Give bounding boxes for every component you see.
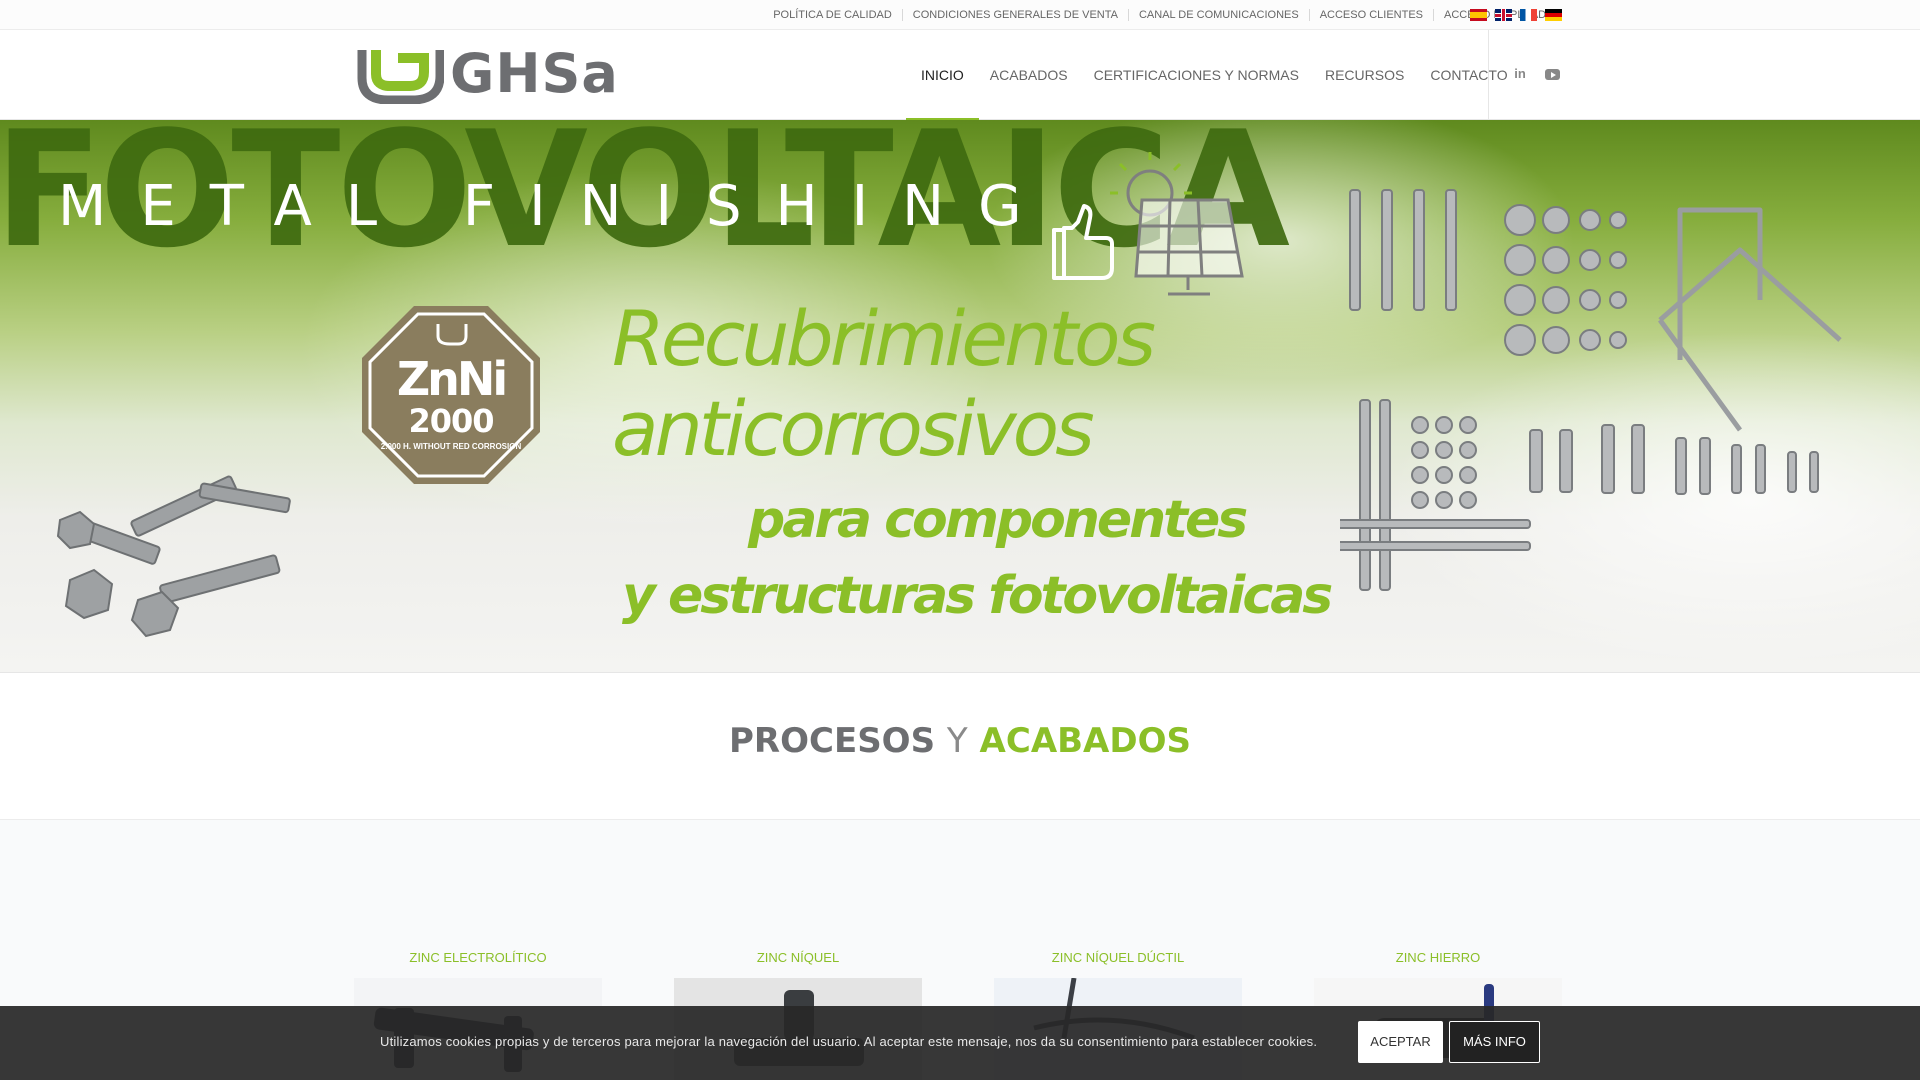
- badge-main-text: ZnNi: [396, 352, 508, 406]
- section-title-part3: ACABADOS: [979, 721, 1191, 761]
- nav-inicio[interactable]: INICIO: [906, 30, 979, 120]
- znni-2000-badge: ZnNi 2000 2.000 H. WITHOUT RED CORROSION: [358, 302, 544, 488]
- hero-line-2: anticorrosivos: [612, 384, 1095, 473]
- section-title: PROCESOS Y ACABADOS: [0, 721, 1920, 761]
- hero-metal-finishing: METAL FINISHING: [58, 174, 1056, 239]
- more-info-button[interactable]: MÁS INFO: [1449, 1021, 1540, 1063]
- badge-number: 2000: [408, 402, 494, 440]
- card-title[interactable]: ZINC NÍQUEL: [674, 950, 922, 966]
- flag-fr-icon[interactable]: [1520, 9, 1537, 21]
- site-header: GHSa INICIO ACABADOS CERTIFICACIONES Y N…: [0, 30, 1920, 120]
- fasteners-image: [1329, 180, 1880, 625]
- social-links: in: [1512, 66, 1560, 84]
- logo-mark-icon: [354, 44, 445, 105]
- section-title-part2: Y: [946, 721, 968, 761]
- link-condiciones-venta[interactable]: CONDICIONES GENERALES DE VENTA: [901, 9, 1128, 21]
- flag-de-icon[interactable]: [1545, 9, 1562, 21]
- processes-section: PROCESOS Y ACABADOS: [0, 672, 1920, 820]
- youtube-icon[interactable]: [1544, 66, 1560, 84]
- flag-es-icon[interactable]: [1470, 9, 1487, 21]
- site-logo[interactable]: GHSa: [354, 42, 619, 105]
- card-title[interactable]: ZINC HIERRO: [1314, 950, 1562, 966]
- card-title[interactable]: ZINC NÍQUEL DÚCTIL: [994, 950, 1242, 966]
- flag-en-icon[interactable]: [1495, 9, 1512, 21]
- link-acceso-clientes[interactable]: ACCESO CLIENTES: [1308, 9, 1433, 21]
- badge-note: 2.000 H. WITHOUT RED CORROSION: [380, 442, 522, 451]
- linkedin-icon[interactable]: in: [1512, 66, 1528, 84]
- nav-acabados[interactable]: ACABADOS: [977, 30, 1081, 120]
- hero-line-3: para componentes: [748, 490, 1248, 550]
- hero-line-4: y estructuras fotovoltaicas: [622, 566, 1333, 626]
- language-switcher: [1470, 9, 1562, 21]
- link-canal-comunicaciones[interactable]: CANAL DE COMUNICACIONES: [1127, 9, 1309, 21]
- cookie-message: Utilizamos cookies propias y de terceros…: [380, 1034, 1318, 1049]
- link-politica-calidad[interactable]: POLÍTICA DE CALIDAD: [763, 9, 902, 21]
- nav-divider: [1488, 30, 1489, 120]
- logo-text: GHSa: [450, 42, 619, 105]
- nav-certificaciones[interactable]: CERTIFICACIONES Y NORMAS: [1081, 30, 1312, 120]
- top-utility-bar: POLÍTICA DE CALIDAD CONDICIONES GENERALE…: [0, 0, 1920, 30]
- card-title[interactable]: ZINC ELECTROLÍTICO: [354, 950, 602, 966]
- bolts-pile-image: [50, 460, 350, 665]
- cookie-banner: Utilizamos cookies propias y de terceros…: [0, 1006, 1920, 1080]
- hero-line-1: Recubrimientos: [612, 294, 1156, 383]
- section-title-part1: PROCESOS: [729, 721, 936, 761]
- solar-thumbs-icon: [1050, 148, 1250, 303]
- utility-links: POLÍTICA DE CALIDAD CONDICIONES GENERALE…: [763, 0, 1572, 30]
- accept-cookies-button[interactable]: ACEPTAR: [1358, 1021, 1443, 1063]
- hero-banner[interactable]: FOTOVOLTAICA METAL FINISHING ZnNi 2000 2…: [0, 120, 1920, 672]
- main-navigation: INICIO ACABADOS CERTIFICACIONES Y NORMAS…: [906, 30, 1521, 120]
- nav-contacto[interactable]: CONTACTO: [1417, 30, 1520, 120]
- nav-recursos[interactable]: RECURSOS: [1312, 30, 1417, 120]
